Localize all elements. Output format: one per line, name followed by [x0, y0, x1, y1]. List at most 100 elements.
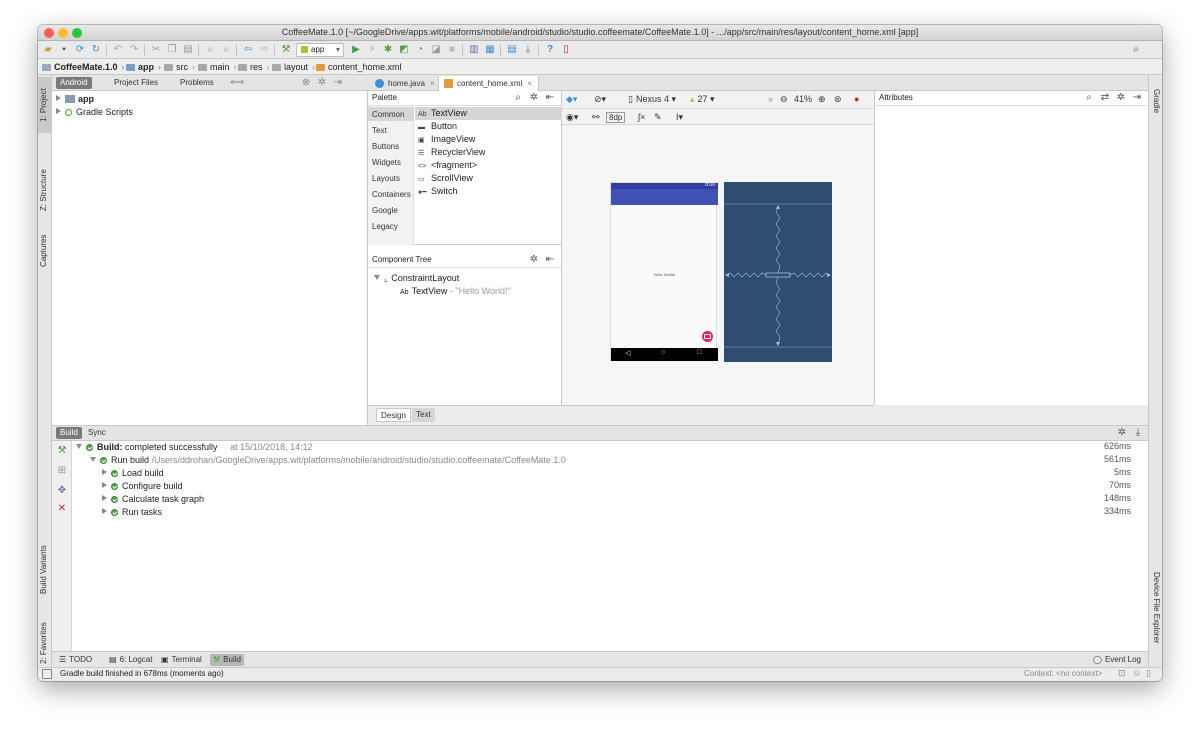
guidelines-icon[interactable]: I▾ [676, 109, 683, 125]
hide-panel-icon[interactable]: ⤓ [1132, 427, 1144, 439]
search-icon[interactable]: ⌕ [512, 92, 524, 104]
forward-icon[interactable]: ⇨ [258, 44, 270, 56]
autoconnect-icon[interactable]: ⚯ [592, 109, 600, 125]
tab-android[interactable]: Android [56, 77, 92, 89]
run-icon[interactable]: ▶ [350, 44, 362, 56]
find-icon[interactable]: ⌕ [204, 44, 216, 56]
palette-item-button[interactable]: ▬ Button [418, 121, 457, 131]
pin-icon[interactable]: ✥ [56, 485, 68, 497]
breadcrumb-src[interactable]: src › [164, 61, 195, 73]
palette-item-scrollview[interactable]: ▭ ScrollView [418, 173, 473, 183]
search-icon[interactable]: ⌕ [1130, 44, 1142, 56]
editor-tab-home-java[interactable]: home.java × [370, 76, 441, 91]
hammer-icon[interactable]: ⚒ [56, 445, 68, 457]
palette-item-textview[interactable]: Ab TextView [418, 108, 467, 118]
hello-world-text[interactable]: Hello World! [611, 272, 718, 277]
device-file-explorer-button[interactable]: Device File Explorer [1149, 561, 1161, 655]
tab-design[interactable]: Design [376, 408, 411, 422]
build-tool-button[interactable]: ⚒ Build [210, 654, 244, 666]
logcat-tool-button[interactable]: ▤ 6: Logcat [106, 654, 155, 666]
inspector-icon[interactable]: ☺ [1132, 668, 1141, 678]
breadcrumb-res[interactable]: res › [238, 61, 270, 73]
palette-item-switch[interactable]: ●━ Switch [418, 186, 458, 196]
terminal-tool-button[interactable]: ▣ Terminal [158, 654, 205, 666]
cut-icon[interactable]: ✂ [150, 44, 162, 56]
infer-constraints-icon[interactable]: ✎ [654, 109, 662, 125]
attach-icon[interactable]: ◔ [414, 44, 426, 56]
palette-category-layouts[interactable]: Layouts [372, 174, 400, 183]
fab-button[interactable] [702, 331, 713, 342]
palette-item-recyclerview[interactable]: ☰ RecyclerView [418, 147, 485, 157]
hide-panel-icon[interactable]: ⇥ [1131, 92, 1143, 104]
tool-windows-icon[interactable] [42, 669, 52, 679]
zoom-out-icon[interactable]: ⊖ [780, 91, 788, 107]
save-icon[interactable]: ▪ [58, 44, 70, 56]
breadcrumb-app[interactable]: app › [126, 61, 161, 73]
editor-tab-content-home-xml[interactable]: content_home.xml × [438, 76, 540, 91]
close-icon[interactable]: × [430, 79, 435, 88]
close-icon[interactable]: × [527, 79, 532, 88]
clear-constraints-icon[interactable]: ʃ× [638, 109, 645, 125]
zoom-fit-icon[interactable]: ⊚ [834, 91, 842, 107]
project-tool-button[interactable]: 1: Project [39, 79, 51, 131]
more-tabs-icon[interactable]: ⟺ [230, 77, 244, 89]
download-icon[interactable]: ⤓ [522, 44, 534, 56]
lock-icon[interactable]: ⊡ [1118, 668, 1126, 679]
stop-icon[interactable]: ■ [446, 44, 458, 56]
default-margin-selector[interactable]: 8dp [606, 112, 626, 123]
palette-item-fragment[interactable]: <> <fragment> [418, 160, 477, 170]
tree-item-constraintlayout[interactable]: ⌞ ConstraintLayout [374, 272, 459, 284]
search-icon[interactable]: ⌕ [1083, 92, 1095, 104]
paste-icon[interactable]: ▤ [182, 44, 194, 56]
close-icon[interactable]: ✕ [56, 503, 68, 515]
run-config-select[interactable]: app ▾ [296, 43, 344, 57]
build-task-row[interactable]: Calculate task graph [102, 493, 204, 506]
undo-icon[interactable]: ↶ [112, 44, 124, 56]
copy-icon[interactable]: ❐ [166, 44, 178, 56]
apply-code-icon[interactable]: ◪ [430, 44, 442, 56]
build-variants-tool-button[interactable]: Build Variants [39, 537, 51, 603]
palette-category-legacy[interactable]: Legacy [372, 222, 398, 231]
hide-panel-icon[interactable]: ⇤ [544, 254, 556, 266]
apply-changes-icon[interactable]: ⚡ [366, 44, 378, 56]
build-task-row[interactable]: Load build [102, 467, 164, 480]
memory-icon[interactable]: ▯ [1146, 668, 1151, 679]
tab-build[interactable]: Build [56, 427, 82, 439]
tab-problems[interactable]: Problems [176, 77, 218, 89]
profile-icon[interactable]: ◩ [398, 44, 410, 56]
settings-icon[interactable]: ✲ [1116, 427, 1128, 439]
settings-icon[interactable]: ✲ [528, 254, 540, 266]
hammer-icon[interactable]: ⚒ [280, 44, 292, 56]
avd-icon[interactable]: ▥ [468, 44, 480, 56]
tree-item-app[interactable]: app [56, 93, 94, 105]
help-icon[interactable]: ? [544, 44, 556, 56]
back-icon[interactable]: ⇦ [242, 44, 254, 56]
collapse-all-icon[interactable]: ⊗ [300, 77, 312, 89]
hide-panel-icon[interactable]: ⇤ [544, 92, 556, 104]
palette-category-containers[interactable]: Containers [372, 190, 411, 199]
todo-tool-button[interactable]: ☰ TODO [56, 654, 95, 666]
design-surface-icon[interactable]: ◆▾ [566, 91, 577, 107]
tab-project-files[interactable]: Project Files [110, 77, 162, 89]
settings-icon[interactable]: ✲ [316, 77, 328, 89]
more-icon[interactable]: » [768, 91, 773, 107]
structure-icon[interactable]: ▤ [506, 44, 518, 56]
run-build-row[interactable]: Run build /Users/ddrohan/GoogleDrive/app… [90, 454, 566, 467]
debug-icon[interactable]: ✱ [382, 44, 394, 56]
breadcrumb-project[interactable]: CoffeeMate.1.0 › [42, 61, 125, 73]
build-task-row[interactable]: Run tasks [102, 506, 162, 519]
captures-tool-button[interactable]: Captures [39, 229, 51, 273]
breadcrumb-file[interactable]: content_home.xml [316, 61, 402, 73]
blueprint-view[interactable] [724, 182, 832, 362]
event-log-button[interactable]: ◯ Event Log [1090, 654, 1144, 666]
replace-icon[interactable]: ⌕ [220, 44, 232, 56]
tree-item-gradle-scripts[interactable]: Gradle Scripts [56, 106, 133, 118]
view-options-icon[interactable]: ◉▾ [566, 109, 578, 125]
zoom-in-icon[interactable]: ⊕ [818, 91, 826, 107]
settings-icon[interactable]: ✲ [528, 92, 540, 104]
palette-item-imageview[interactable]: ▣ ImageView [418, 134, 475, 144]
swap-view-icon[interactable]: ⇄ [1099, 92, 1111, 104]
hide-panel-icon[interactable]: ⇥ [332, 77, 344, 89]
breadcrumb-main[interactable]: main › [198, 61, 237, 73]
folder-open-icon[interactable]: ▰ [42, 44, 54, 56]
